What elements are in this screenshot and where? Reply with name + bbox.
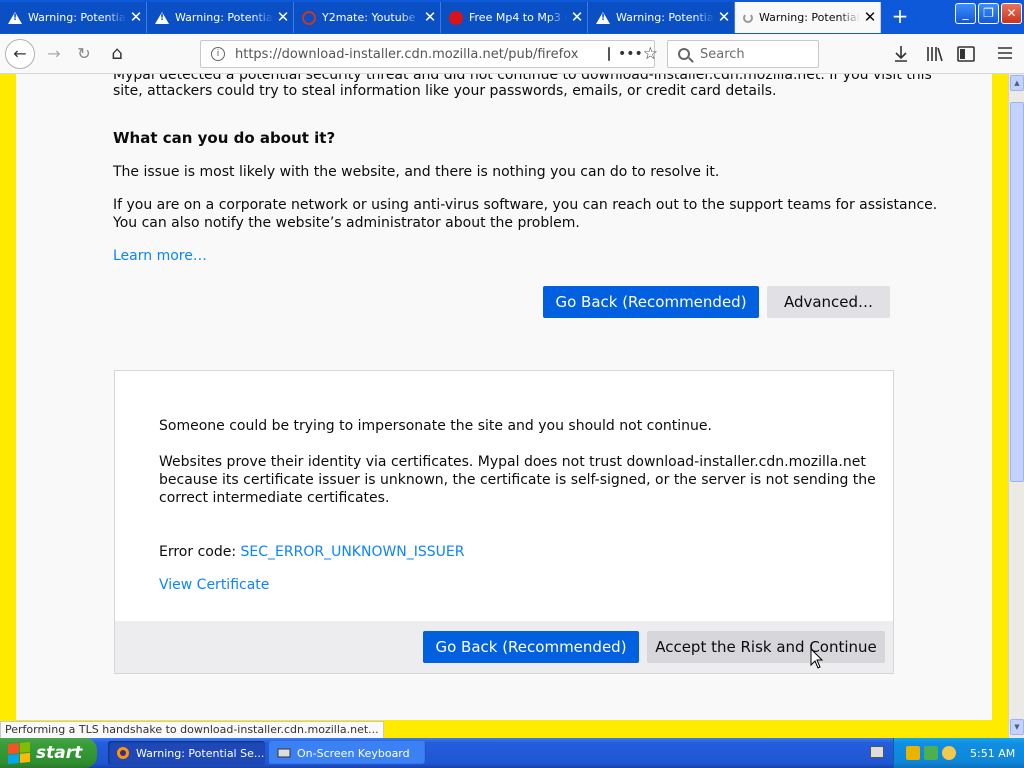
tab-warning-3[interactable]: Warning: Potential Security Risk Ahead ✕ (588, 2, 735, 33)
scrollbar-thumb[interactable] (1010, 102, 1024, 482)
view-certificate-link[interactable]: View Certificate (159, 576, 269, 594)
vertical-scrollbar[interactable]: ▲ ▼ (1008, 74, 1024, 738)
advanced-panel-footer: Go Back (Recommended) Accept the Risk an… (115, 621, 893, 673)
tab-close-icon[interactable]: ✕ (420, 10, 440, 25)
browser-app-icon (117, 747, 129, 759)
advanced-button[interactable]: Advanced… (767, 286, 890, 318)
network-paragraph-line1: If you are on a corporate network or usi… (113, 197, 938, 213)
keyboard-app-icon (277, 748, 291, 758)
page-content: Mypal detected a potential security thre… (16, 74, 992, 720)
reader-view-icon[interactable] (608, 47, 610, 61)
tab-close-icon[interactable]: ✕ (567, 10, 587, 25)
tab-close-icon[interactable]: ✕ (714, 10, 734, 25)
go-back-button-panel[interactable]: Go Back (Recommended) (423, 631, 639, 663)
tab-strip: Warning: Potential Security Risk Ahead ✕… (0, 0, 1024, 34)
tab-title: Y2mate: Youtube Downloader (322, 11, 420, 24)
window-close-button[interactable]: ✕ (1001, 3, 1022, 24)
tab-title: Free Mp4 to Mp3 Converter (469, 11, 567, 24)
warning-icon (8, 11, 22, 24)
minimize-button[interactable]: _ (955, 3, 976, 24)
intro-text-line2: site, attackers could try to steal infor… (113, 83, 777, 99)
loading-spinner-icon (743, 12, 753, 23)
download-icon[interactable] (893, 45, 909, 63)
y2mate-icon (302, 10, 316, 25)
url-text[interactable]: https://download-installer.cdn.mozilla.n… (235, 47, 654, 62)
security-shield-icon[interactable] (906, 746, 920, 760)
sidebar-icon[interactable] (957, 46, 975, 62)
tab-warning-active[interactable]: Warning: Potential Security Risk Ahead ✕ (735, 2, 881, 33)
taskbar-item-label: On-Screen Keyboard (297, 746, 410, 760)
status-panel: Performing a TLS handshake to download-i… (0, 721, 384, 739)
tab-warning-1[interactable]: Warning: Potential Security Risk Ahead ✕ (0, 2, 147, 33)
clock[interactable]: 5:51 AM (970, 747, 1015, 760)
search-icon (678, 48, 690, 60)
network-paragraph-line2: You can also notify the website’s admini… (113, 215, 580, 231)
restore-button[interactable]: ❐ (978, 3, 999, 24)
keyboard-tray-icon[interactable] (870, 746, 884, 758)
taskbar-item-label: Warning: Potential Se... (136, 746, 265, 760)
error-code-label: Error code: (159, 544, 241, 560)
tab-mp4-converter[interactable]: Free Mp4 to Mp3 Converter ✕ (441, 2, 588, 33)
bookmark-star-icon[interactable]: ☆ (643, 44, 658, 64)
red-circle-icon (449, 10, 463, 25)
cert-explanation-line3: correct intermediate certificates. (159, 490, 390, 506)
tab-title: Warning: Potential Security Risk Ahead (759, 11, 860, 24)
page-actions-menu-icon[interactable]: ••• (618, 46, 643, 62)
search-tray-icon[interactable] (942, 746, 956, 760)
error-code-row: Error code: SEC_ERROR_UNKNOWN_ISSUER (159, 543, 465, 561)
scroll-down-arrow-icon[interactable]: ▼ (1010, 719, 1024, 735)
resolve-paragraph: The issue is most likely with the websit… (113, 164, 720, 180)
tab-title: Warning: Potential Security Risk Ahead (175, 11, 273, 24)
accept-risk-button[interactable]: Accept the Risk and Continue (647, 631, 885, 663)
warning-icon (155, 11, 169, 24)
menu-icon[interactable] (997, 46, 1013, 60)
taskbar: start Warning: Potential Se... On-Screen… (0, 738, 1024, 768)
start-button[interactable]: start (0, 738, 97, 768)
tab-close-icon[interactable]: ✕ (273, 10, 293, 25)
cert-explanation-line2: because its certificate issuer is unknow… (159, 472, 876, 488)
scroll-up-arrow-icon[interactable]: ▲ (1010, 75, 1024, 91)
info-icon[interactable]: i (211, 47, 225, 61)
section-heading: What can you do about it? (113, 129, 336, 147)
home-button[interactable]: ⌂ (103, 40, 131, 68)
taskbar-item-keyboard[interactable]: On-Screen Keyboard (269, 741, 426, 765)
taskbar-item-browser[interactable]: Warning: Potential Se... (108, 741, 265, 765)
tab-close-icon[interactable]: ✕ (126, 10, 146, 25)
tab-close-icon[interactable]: ✕ (860, 10, 880, 25)
system-tray: 5:51 AM (893, 738, 1024, 768)
cert-explanation-line1: Websites prove their identity via certif… (159, 454, 866, 470)
navigation-toolbar: ← → ↻ ⌂ i https://download-installer.cdn… (0, 34, 1024, 74)
tab-warning-2[interactable]: Warning: Potential Security Risk Ahead ✕ (147, 2, 294, 33)
error-code-link[interactable]: SEC_ERROR_UNKNOWN_ISSUER (241, 544, 465, 560)
back-button[interactable]: ← (5, 39, 35, 69)
impersonate-warning: Someone could be trying to impersonate t… (159, 418, 712, 434)
learn-more-link[interactable]: Learn more… (113, 247, 207, 265)
search-input[interactable]: Search (667, 40, 819, 68)
library-icon[interactable] (926, 45, 944, 63)
mouse-cursor-icon (810, 648, 824, 669)
reload-button[interactable]: ↻ (70, 40, 98, 68)
url-bar[interactable]: i https://download-installer.cdn.mozilla… (200, 40, 655, 68)
page-actions: ••• ☆ (600, 40, 658, 68)
new-tab-button[interactable]: + (886, 4, 914, 30)
start-label: start (36, 743, 83, 763)
go-back-button[interactable]: Go Back (Recommended) (543, 286, 759, 318)
tab-title: Warning: Potential Security Risk Ahead (616, 11, 714, 24)
forward-button[interactable]: → (40, 40, 68, 68)
warning-icon (596, 11, 610, 24)
search-placeholder: Search (700, 46, 745, 62)
advanced-panel: Someone could be trying to impersonate t… (114, 370, 894, 674)
tab-title: Warning: Potential Security Risk Ahead (28, 11, 126, 24)
tab-y2mate[interactable]: Y2mate: Youtube Downloader ✕ (294, 2, 441, 33)
network-icon[interactable] (924, 746, 938, 760)
windows-logo-icon (8, 741, 30, 765)
